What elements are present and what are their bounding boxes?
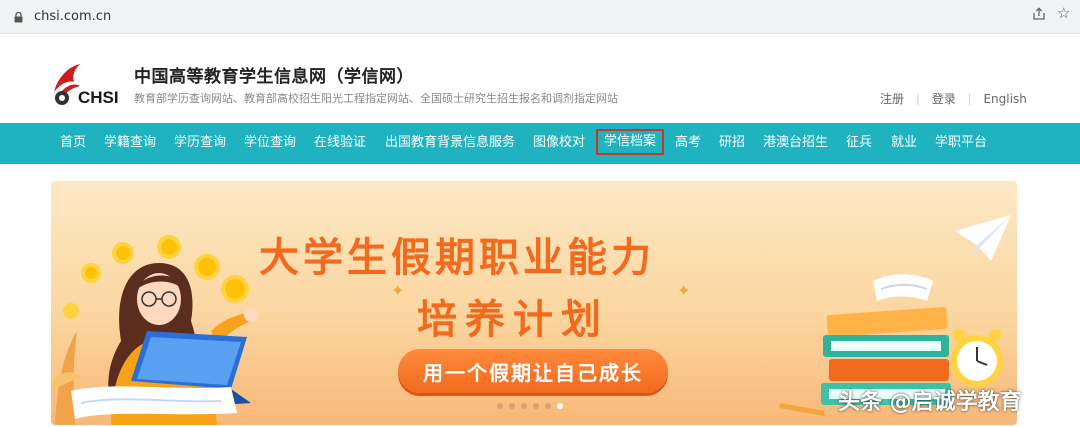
logo-text: CHSI xyxy=(78,88,119,107)
carousel-dot[interactable] xyxy=(521,403,527,409)
nav-item-conscription[interactable]: 征兵 xyxy=(846,134,872,152)
carousel-dot[interactable] xyxy=(545,403,551,409)
url-text[interactable]: chsi.com.cn xyxy=(34,9,111,24)
student-illustration xyxy=(51,235,258,425)
site-subtitle: 教育部学历查询网站、教育部高校招生阳光工程指定网站、全国硕士研究生招生报名和调剂… xyxy=(134,92,618,105)
banner-cta-label: 用一个假期让自己成长 xyxy=(423,360,643,385)
carousel-dot[interactable] xyxy=(533,403,539,409)
carousel-dot[interactable] xyxy=(497,403,503,409)
header-links: 注册 | 登录 | English xyxy=(880,90,1027,107)
nav-item-online-verify[interactable]: 在线验证 xyxy=(314,134,366,152)
nav-item-home[interactable]: 首页 xyxy=(60,134,86,152)
carousel-dot[interactable] xyxy=(509,403,515,409)
login-link[interactable]: 登录 xyxy=(932,90,956,107)
banner-subline: 培养计划 xyxy=(417,297,609,343)
chsi-logo-mark: CHSI xyxy=(54,64,119,107)
site-title: 中国高等教育学生信息网（学信网） xyxy=(134,67,414,87)
nav-item-image-proofing[interactable]: 图像校对 xyxy=(533,134,585,152)
banner-headline: 大学生假期职业能力 xyxy=(259,235,655,281)
nav-item-hkmt[interactable]: 港澳台招生 xyxy=(763,134,828,152)
nav-item-employment[interactable]: 就业 xyxy=(891,134,917,152)
link-separator: | xyxy=(967,92,972,105)
nav-item-degree-cert-query[interactable]: 学历查询 xyxy=(174,134,226,152)
english-link[interactable]: English xyxy=(983,92,1026,106)
nav-item-gaokao[interactable]: 高考 xyxy=(675,134,701,152)
address-bar[interactable]: chsi.com.cn xyxy=(4,4,1076,30)
nav-item-graduate[interactable]: 研招 xyxy=(719,134,745,152)
chsi-logo[interactable]: CHSI xyxy=(48,62,128,110)
nav-item-overseas-service[interactable]: 出国教育背景信息服务 xyxy=(385,134,515,152)
share-icon[interactable] xyxy=(1032,7,1046,21)
link-separator: | xyxy=(916,92,920,105)
star-icon[interactable]: ☆ xyxy=(1057,5,1070,21)
carousel-dot-active[interactable] xyxy=(557,403,563,409)
nav-item-enrollment-query[interactable]: 学籍查询 xyxy=(104,134,156,152)
watermark: 头条 @启诚学教育 xyxy=(838,390,1022,415)
banner-cta-button[interactable]: 用一个假期让自己成长 xyxy=(398,349,668,393)
nav-item-degree-query[interactable]: 学位查询 xyxy=(244,134,296,152)
sparkle-icon: ✦ xyxy=(391,281,405,300)
lock-icon xyxy=(14,12,23,23)
browser-toolbar: chsi.com.cn ☆ xyxy=(0,0,1080,34)
nav-item-student-archive[interactable]: 学信档案 xyxy=(596,129,665,155)
main-nav: 首页 学籍查询 学历查询 学位查询 在线验证 出国教育背景信息服务 图像校对 学… xyxy=(0,123,1080,164)
sparkle-icon: ✦ xyxy=(677,281,691,300)
register-link[interactable]: 注册 xyxy=(880,90,904,107)
carousel-indicators xyxy=(497,403,563,409)
nav-item-career-platform[interactable]: 学职平台 xyxy=(935,134,987,152)
